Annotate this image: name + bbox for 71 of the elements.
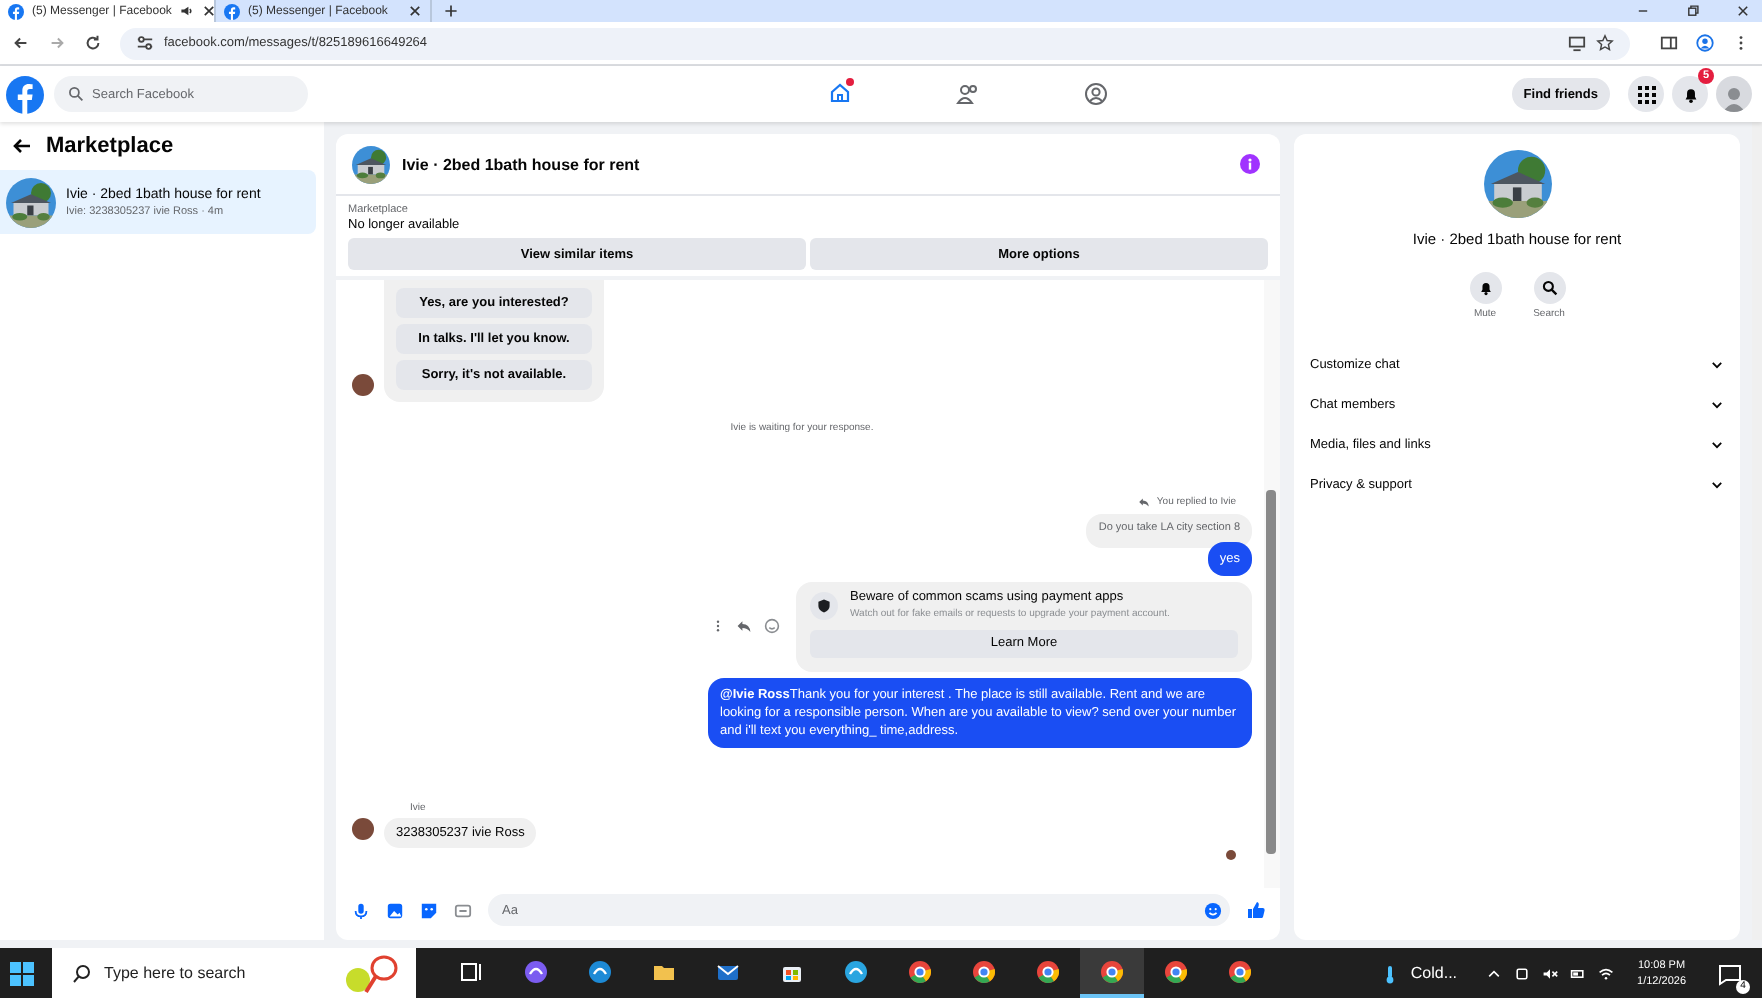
bell-icon xyxy=(1681,85,1699,103)
browser-icon xyxy=(1164,959,1188,983)
taskbar-search-field[interactable]: Type here to search xyxy=(52,948,416,998)
muted-speaker-icon[interactable] xyxy=(1541,965,1558,981)
app-icon xyxy=(844,959,868,983)
taskbar-app[interactable] xyxy=(1080,948,1144,998)
app-icon xyxy=(524,959,548,983)
search-icon xyxy=(72,963,92,983)
mail-icon xyxy=(716,959,740,983)
scroll-thumb[interactable] xyxy=(1266,490,1276,854)
search-icon xyxy=(68,86,84,102)
camera-icon[interactable] xyxy=(1513,965,1530,981)
browser-icon xyxy=(1036,959,1060,983)
seen-avatar xyxy=(1226,849,1236,859)
thumbs-up-icon[interactable] xyxy=(1246,900,1266,920)
avatar xyxy=(352,374,374,396)
reload-icon[interactable] xyxy=(84,34,102,52)
windows-icon[interactable] xyxy=(10,961,34,985)
sidebar-title: Marketplace xyxy=(46,134,174,158)
chat-title: Ivie · 2bed 1bath house for rent xyxy=(402,155,640,173)
restore-icon[interactable] xyxy=(1686,4,1700,18)
back-arrow-icon[interactable] xyxy=(12,136,32,156)
browser-icon xyxy=(1100,959,1124,983)
avatar xyxy=(352,818,374,840)
wifi-icon[interactable] xyxy=(1597,965,1614,981)
browser-icon xyxy=(972,959,996,983)
close-icon[interactable] xyxy=(1736,4,1750,18)
battery-icon[interactable] xyxy=(1569,965,1586,981)
install-icon[interactable] xyxy=(1568,34,1586,52)
minimize-icon[interactable] xyxy=(1636,4,1650,18)
message-icon xyxy=(1718,961,1742,985)
reply-icon[interactable] xyxy=(736,618,752,635)
profile-icon[interactable] xyxy=(1696,34,1714,52)
star-icon[interactable] xyxy=(1596,34,1614,52)
task-view-icon xyxy=(460,959,484,983)
smiley-icon[interactable] xyxy=(764,618,780,635)
notification-dot xyxy=(845,78,854,86)
people-icon xyxy=(955,82,980,106)
image-icon[interactable] xyxy=(386,901,404,919)
person-icon xyxy=(1720,84,1748,112)
microphone-icon[interactable] xyxy=(352,901,370,919)
tennis-icon xyxy=(342,954,402,994)
more-icon[interactable] xyxy=(712,620,724,633)
sticker-icon[interactable] xyxy=(420,901,438,919)
weather-text[interactable]: Cold... xyxy=(1410,964,1458,982)
scrollbar[interactable] xyxy=(1264,280,1280,888)
browser-icon xyxy=(908,959,932,983)
account-button[interactable] xyxy=(1716,76,1752,112)
group-icon xyxy=(1083,82,1108,106)
new-tab-icon[interactable] xyxy=(444,4,458,18)
emoji-icon[interactable] xyxy=(1204,901,1222,919)
search-button[interactable] xyxy=(1533,272,1565,304)
site-settings-icon[interactable] xyxy=(136,34,154,52)
menu-button[interactable] xyxy=(1628,76,1664,112)
reply-icon xyxy=(1138,496,1151,508)
browser-icon xyxy=(1228,959,1252,983)
search-icon xyxy=(1541,280,1557,296)
home-icon xyxy=(827,80,852,104)
wave-icon xyxy=(588,959,612,983)
grid-icon xyxy=(1637,85,1655,103)
bell-icon xyxy=(1477,280,1493,296)
side-panel-icon[interactable] xyxy=(1660,34,1678,52)
shield-icon xyxy=(816,597,832,613)
back-arrow-icon[interactable] xyxy=(12,34,30,52)
mute-button[interactable] xyxy=(1469,272,1501,304)
info-icon[interactable] xyxy=(1240,154,1260,174)
close-icon[interactable] xyxy=(201,4,216,18)
facebook-logo[interactable] xyxy=(6,75,44,113)
gif-icon[interactable] xyxy=(454,901,472,919)
chevron-up-icon[interactable] xyxy=(1485,965,1502,981)
close-icon[interactable] xyxy=(408,4,422,18)
